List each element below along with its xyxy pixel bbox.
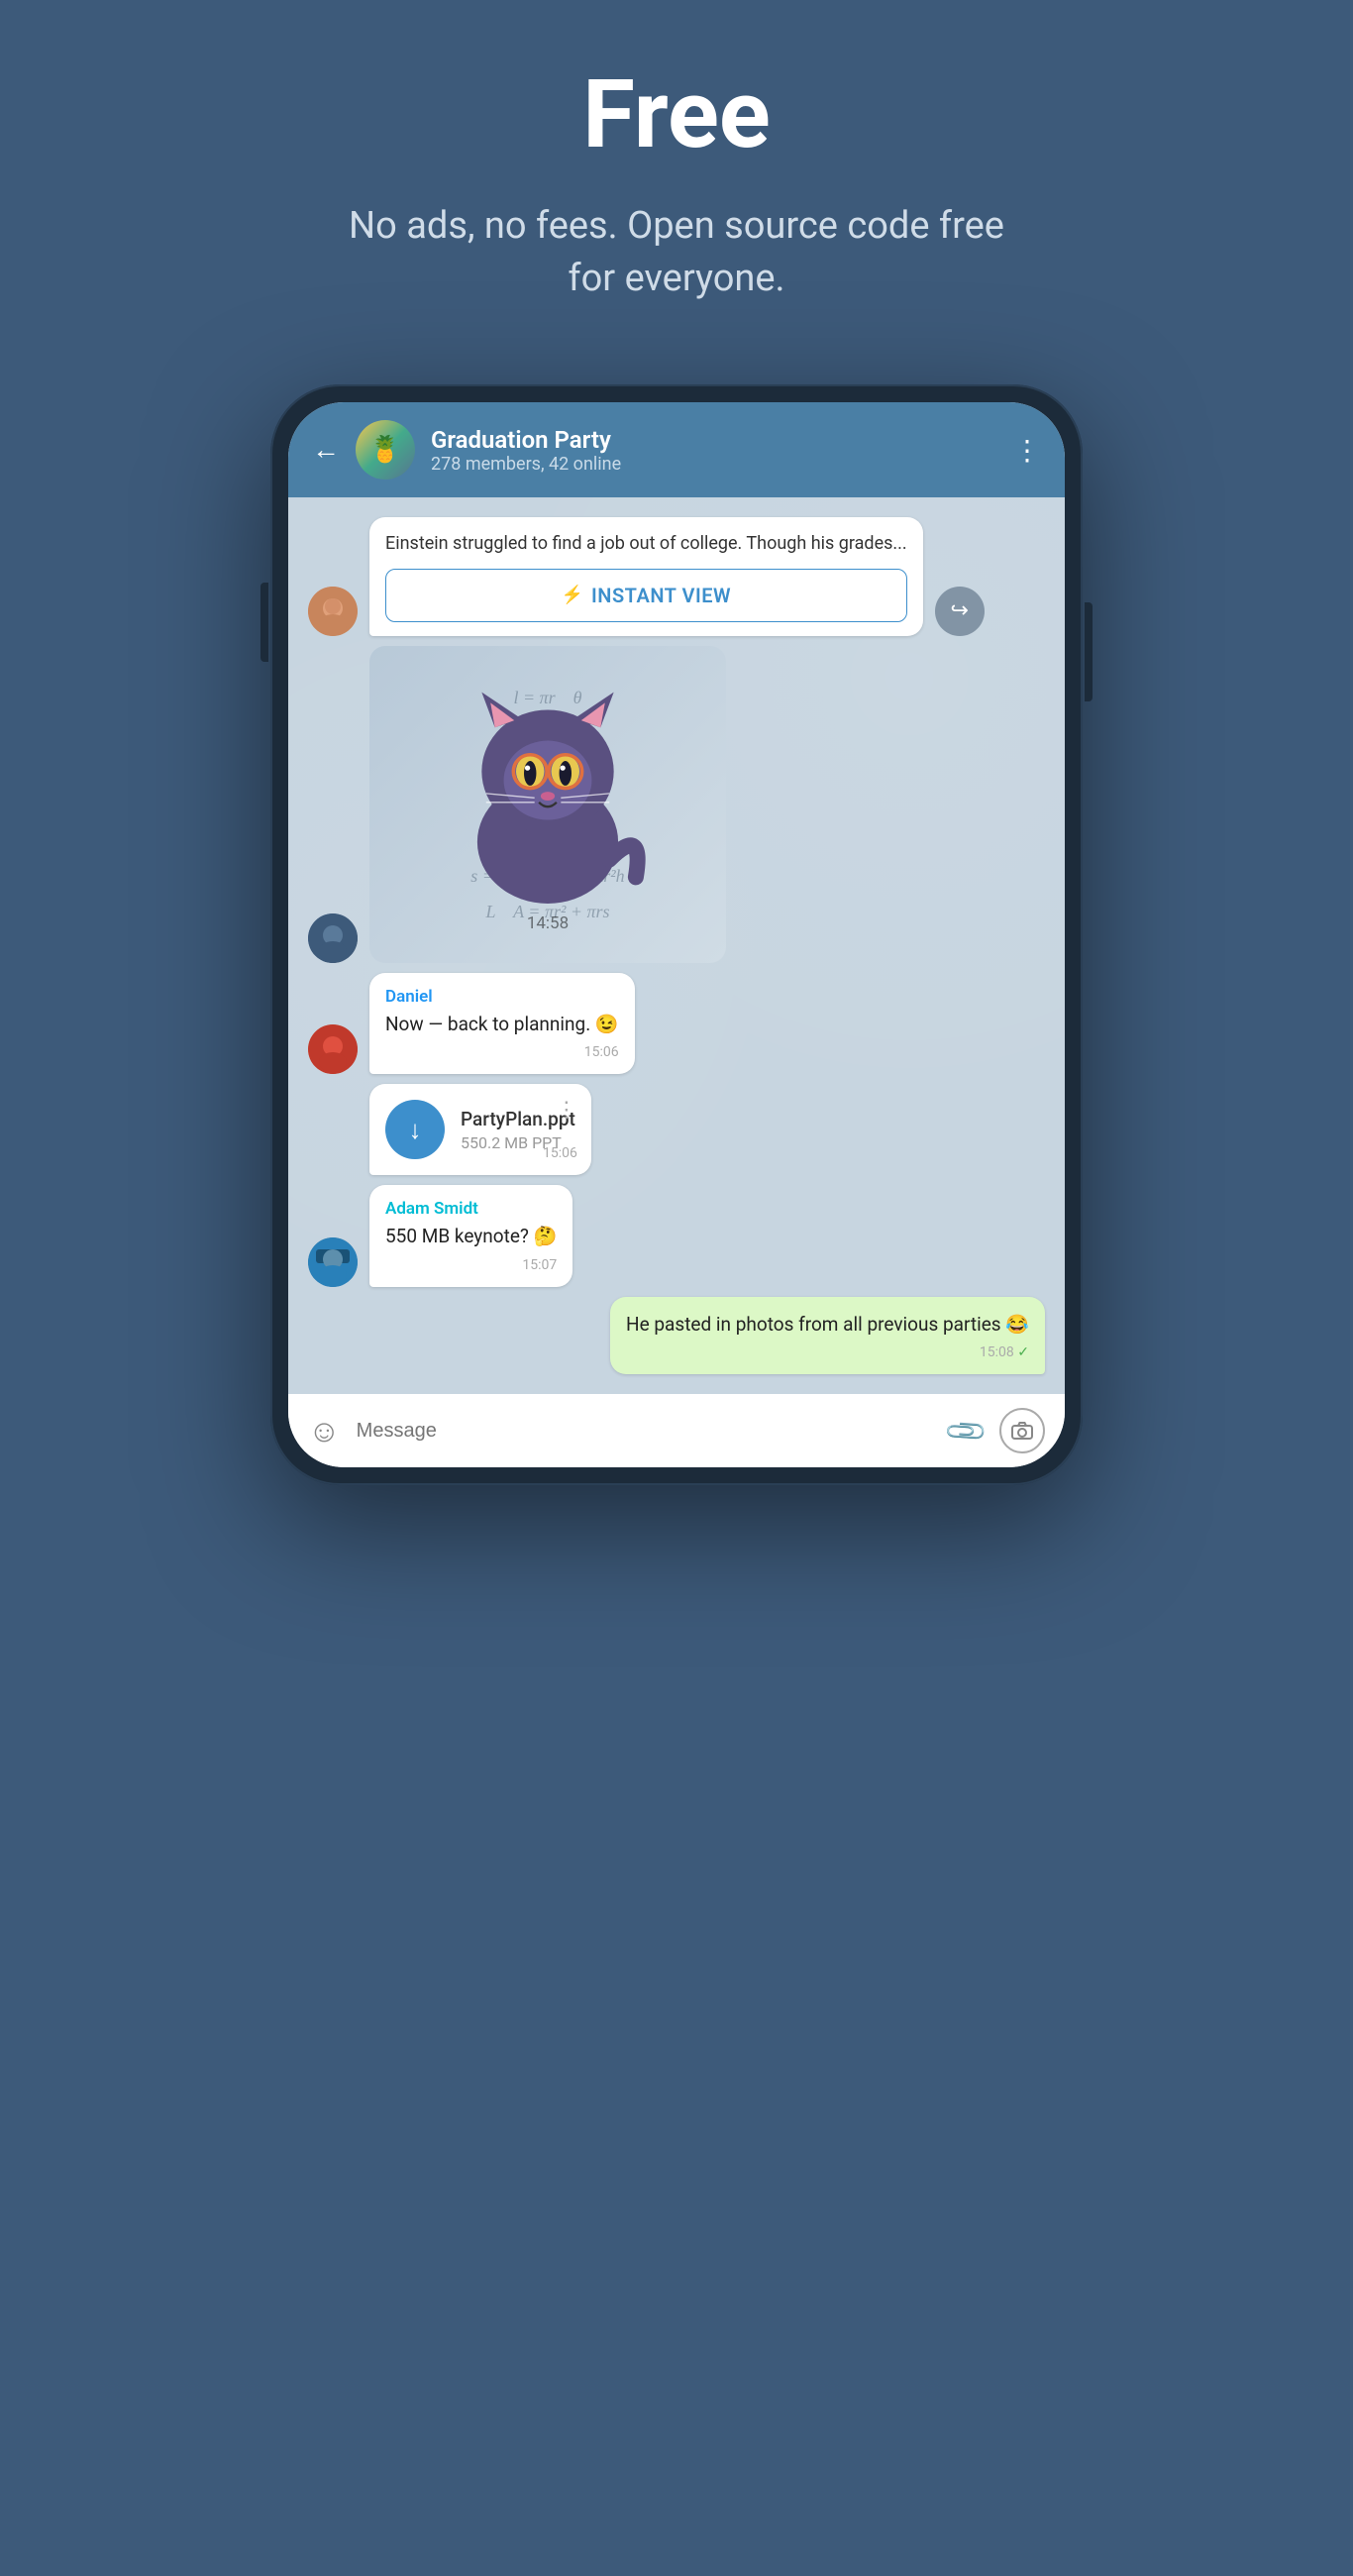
outgoing-message-row: He pasted in photos from all previous pa… — [308, 1297, 1045, 1375]
sticker-time: 14:58 — [527, 913, 569, 933]
phone-outer: ← 🍍 Graduation Party 278 members, 42 onl… — [270, 384, 1083, 1485]
avatar — [308, 913, 358, 963]
sender-name: Adam Smidt — [385, 1199, 557, 1219]
input-bar: ☺ 📎 — [288, 1394, 1065, 1467]
message-input[interactable] — [357, 1420, 933, 1443]
group-members-info: 278 members, 42 online — [431, 454, 997, 475]
emoji-button[interactable]: ☺ — [308, 1412, 341, 1449]
sender-name: Daniel — [385, 987, 619, 1007]
outgoing-message: He pasted in photos from all previous pa… — [610, 1297, 1045, 1375]
message-time: 15:06 — [385, 1044, 619, 1060]
message-time: 15:07 — [385, 1257, 557, 1273]
hero-subtitle: No ads, no fees. Open source code free f… — [330, 200, 1023, 305]
instant-view-label: INSTANT VIEW — [591, 584, 731, 607]
phone-mockup: ← 🍍 Graduation Party 278 members, 42 onl… — [270, 384, 1083, 1485]
lightning-icon: ⚡ — [562, 585, 583, 605]
cat-sticker — [429, 666, 667, 904]
link-message-text: Einstein struggled to find a job out of … — [369, 517, 923, 556]
file-more-button[interactable]: ⋮ — [556, 1098, 577, 1123]
file-message: ↓ PartyPlan.ppt 550.2 MB PPT ⋮ 15:06 — [369, 1084, 591, 1175]
sticker-row: l = πr θ A = ... h s V = l³ P = 2πr A = … — [308, 646, 1045, 963]
back-button[interactable]: ← — [312, 436, 340, 464]
attach-button[interactable]: 📎 — [943, 1407, 990, 1454]
group-name: Graduation Party — [431, 426, 997, 454]
message-row: Einstein struggled to find a job out of … — [308, 517, 1045, 635]
forward-button[interactable]: ↪ — [935, 587, 985, 636]
chat-header: ← 🍍 Graduation Party 278 members, 42 onl… — [288, 402, 1065, 497]
message-text: Now — back to planning. 😉 — [385, 1011, 619, 1039]
message-text: 550 MB keynote? 🤔 — [385, 1223, 557, 1251]
message-row: Daniel Now — back to planning. 😉 15:06 — [308, 973, 1045, 1075]
message-time: 15:08 — [626, 1344, 1029, 1360]
more-button[interactable]: ⋮ — [1013, 434, 1041, 467]
message-row: Adam Smidt 550 MB keynote? 🤔 15:07 — [308, 1185, 1045, 1287]
avatar — [308, 1237, 358, 1287]
message-text: He pasted in photos from all previous pa… — [626, 1311, 1029, 1340]
group-info: Graduation Party 278 members, 42 online — [431, 426, 997, 475]
camera-button[interactable] — [999, 1408, 1045, 1453]
adam-message: Adam Smidt 550 MB keynote? 🤔 15:07 — [369, 1185, 572, 1287]
file-message-row: ↓ PartyPlan.ppt 550.2 MB PPT ⋮ 15:06 — [308, 1084, 1045, 1175]
group-avatar: 🍍 — [356, 420, 415, 480]
phone-inner: ← 🍍 Graduation Party 278 members, 42 onl… — [288, 402, 1065, 1467]
sticker-message: l = πr θ A = ... h s V = l³ P = 2πr A = … — [369, 646, 726, 963]
download-button[interactable]: ↓ — [385, 1100, 445, 1159]
chat-body: Einstein struggled to find a job out of … — [288, 497, 1065, 1394]
file-time: 15:06 — [543, 1145, 577, 1161]
hero-title: Free — [582, 59, 770, 170]
group-avatar-emoji: 🍍 — [369, 435, 401, 465]
link-message-bubble: Einstein struggled to find a job out of … — [369, 517, 923, 635]
avatar — [308, 587, 358, 636]
daniel-message: Daniel Now — back to planning. 😉 15:06 — [369, 973, 635, 1075]
instant-view-button[interactable]: ⚡ INSTANT VIEW — [385, 569, 907, 622]
avatar — [308, 1024, 358, 1074]
